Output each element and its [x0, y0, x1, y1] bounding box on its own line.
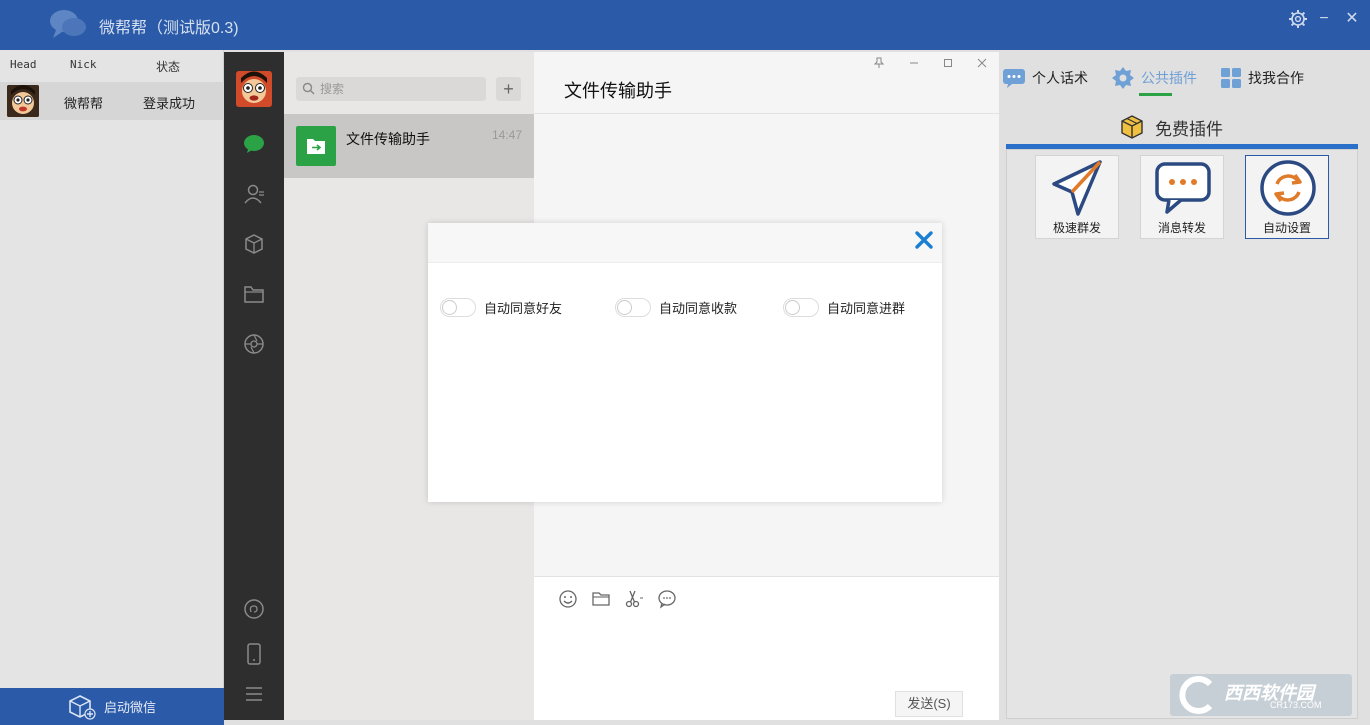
account-status: 登录成功 [143, 96, 196, 111]
plugin-panel: 个人话术 公共插件 找我合作 免费插件 极速群发 消息转发 自动设置 [999, 52, 1370, 720]
gear-badge-icon [1112, 67, 1134, 89]
mini-programs-icon[interactable] [242, 597, 266, 621]
pin-button[interactable] [869, 57, 889, 73]
free-plugins-title: 免费插件 [1155, 119, 1223, 139]
column-header-nick: Nick [70, 58, 97, 71]
account-table-header: Head Nick 状态 [0, 58, 224, 76]
message-input-area[interactable]: 发送(S) [534, 576, 999, 720]
wechat-maximize-button[interactable] [938, 57, 958, 73]
watermark-subtext: CR173.COM [1270, 700, 1322, 710]
paper-plane-icon [1052, 160, 1102, 216]
tab-cooperate[interactable]: 找我合作 [1220, 66, 1304, 90]
wechat-sidebar [224, 52, 284, 720]
file-transfer-icon [296, 126, 336, 166]
app-title: 微帮帮（测试版0.3) [99, 20, 239, 37]
toggle-switch[interactable] [615, 298, 651, 317]
plugin-card-mass-send[interactable]: 极速群发 [1035, 155, 1119, 239]
account-nick: 微帮帮 [64, 96, 104, 111]
wechat-close-button[interactable] [972, 57, 992, 73]
plugin-card-forward[interactable]: 消息转发 [1140, 155, 1224, 239]
option-auto-accept-group: 自动同意进群 [783, 298, 905, 317]
chat-name: 文件传输助手 [346, 131, 430, 147]
plugin-card-label: 自动设置 [1262, 221, 1311, 235]
chat-nav-icon[interactable] [242, 132, 266, 156]
column-header-head: Head [10, 58, 37, 71]
wechat-minimize-button[interactable] [904, 57, 924, 73]
maximize-icon [944, 59, 952, 67]
minimize-button[interactable]: − [1312, 8, 1336, 30]
settings-button[interactable] [1286, 8, 1310, 30]
chat-time: 14:47 [491, 128, 522, 142]
tab-label: 公共插件 [1141, 70, 1197, 86]
phone-icon[interactable] [242, 642, 266, 666]
files-nav-icon[interactable] [242, 282, 266, 306]
contacts-nav-icon[interactable] [242, 182, 266, 206]
close-icon [977, 58, 987, 68]
tab-personal-scripts[interactable]: 个人话术 [1002, 66, 1088, 90]
wechat-avatar[interactable] [236, 71, 272, 107]
minimize-icon [910, 62, 918, 64]
tab-label: 找我合作 [1248, 70, 1304, 86]
chat-list-item[interactable]: 文件传输助手 14:47 [284, 114, 534, 178]
account-panel: Head Nick 状态 微帮帮 登录成功 启动微信 [0, 50, 224, 725]
tab-public-plugins[interactable]: 公共插件 [1111, 66, 1197, 90]
cube-add-icon [69, 694, 96, 720]
plugin-grid: 极速群发 消息转发 自动设置 [1006, 149, 1358, 719]
start-wechat-label: 启动微信 [103, 700, 156, 715]
app-logo-icon [50, 10, 86, 38]
folder-icon[interactable] [591, 589, 611, 609]
grid-icon [1221, 68, 1241, 88]
toggle-switch[interactable] [440, 298, 476, 317]
plugin-card-auto-settings[interactable]: 自动设置 [1245, 155, 1329, 239]
menu-icon[interactable] [242, 682, 266, 706]
scissors-icon[interactable] [624, 589, 644, 609]
option-auto-accept-payment: 自动同意收款 [615, 298, 737, 317]
start-wechat-button[interactable]: 启动微信 [0, 688, 224, 725]
toggle-knob [442, 300, 457, 315]
search-input[interactable]: 搜索 [296, 77, 486, 101]
pin-icon [873, 57, 885, 68]
search-icon [302, 82, 315, 95]
box-icon [1121, 115, 1143, 139]
moments-nav-icon[interactable] [242, 332, 266, 356]
auto-settings-dialog: 自动同意好友 自动同意收款 自动同意进群 [428, 223, 942, 502]
option-label: 自动同意好友 [484, 301, 563, 316]
chat-bubble-icon [1003, 69, 1025, 88]
tab-label: 个人话术 [1032, 70, 1088, 86]
toggle-knob [617, 300, 632, 315]
gear-icon [1289, 10, 1307, 28]
app-title-bar: 微帮帮（测试版0.3) − ✕ [0, 0, 1370, 50]
column-header-status: 状态 [156, 60, 181, 74]
account-row[interactable]: 微帮帮 登录成功 [0, 82, 224, 120]
add-button[interactable]: + [496, 77, 521, 101]
option-auto-accept-friends: 自动同意好友 [440, 298, 562, 317]
refresh-icon [1260, 160, 1316, 216]
chat-header-divider [534, 113, 999, 114]
favorites-nav-icon[interactable] [242, 232, 266, 256]
avatar [7, 85, 39, 117]
chat-history-icon[interactable] [657, 589, 677, 609]
search-placeholder: 搜索 [320, 82, 345, 96]
option-label: 自动同意收款 [659, 301, 738, 316]
free-plugins-heading: 免费插件 [1119, 114, 1223, 140]
toggle-knob [785, 300, 800, 315]
toggle-switch[interactable] [783, 298, 819, 317]
plugin-card-label: 消息转发 [1157, 221, 1206, 235]
close-button[interactable]: ✕ [1340, 8, 1364, 30]
chat-bubble-icon [1155, 162, 1211, 214]
watermark-logo: 西西软件园 CR173.COM [1170, 674, 1352, 716]
emoji-icon[interactable] [558, 589, 578, 609]
dialog-header [428, 223, 942, 263]
plugin-card-label: 极速群发 [1052, 221, 1101, 235]
active-tab-indicator [1139, 93, 1172, 96]
close-icon[interactable] [914, 230, 934, 250]
option-label: 自动同意进群 [827, 301, 906, 316]
chat-title: 文件传输助手 [564, 81, 672, 101]
send-button[interactable]: 发送(S) [895, 691, 963, 717]
watermark-c-icon [1179, 676, 1213, 714]
